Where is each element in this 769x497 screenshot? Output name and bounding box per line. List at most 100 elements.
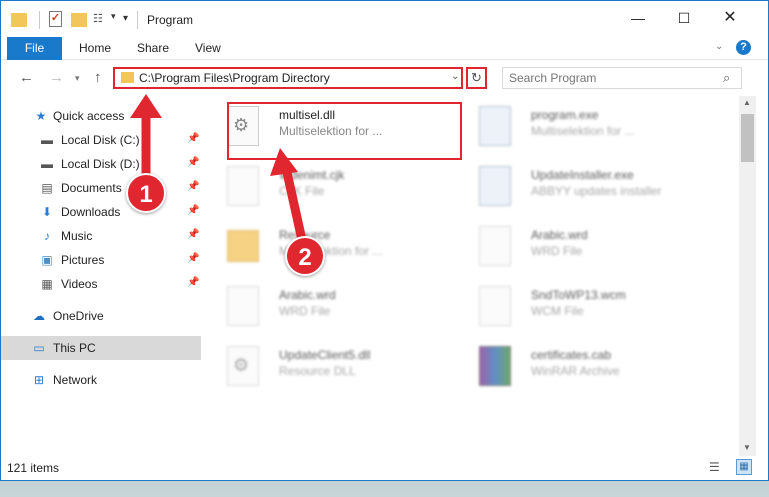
file-name: Arabic.wrd [531,228,588,242]
sidebar-item-label: Quick access [53,109,125,123]
sidebar-item-onedrive[interactable]: ☁ OneDrive [1,304,201,328]
maximize-button[interactable]: ☐ [661,1,707,35]
file-item[interactable]: Arabic.wrd WRD File [465,216,705,276]
file-type: ABBYY updates installer [531,184,662,198]
this-pc-icon: ▭ [33,341,45,355]
new-folder-icon[interactable] [71,13,87,27]
file-name: SndToWP13.wcm [531,288,626,302]
sidebar-item-documents[interactable]: ▤ Documents 📌 [1,176,201,200]
view-options-icon[interactable]: ☷ [93,12,109,26]
sidebar-item-label: Videos [61,277,98,291]
sidebar-item-this-pc[interactable]: ▭ This PC [1,336,201,360]
sidebar-item-network[interactable]: ⊞ Network [1,368,201,392]
file-name: UpdateClient5.dll [279,348,371,362]
file-item[interactable]: UpdateClient5.dll Resource DLL [213,336,453,396]
sidebar-item-pictures[interactable]: ▣ Pictures 📌 [1,248,201,272]
scroll-thumb[interactable] [741,114,754,162]
pin-icon[interactable]: 📌 [187,253,199,264]
tab-home[interactable]: Home [79,37,111,60]
scroll-down-icon[interactable]: ▼ [743,443,751,452]
file-type: Multiselektion for ... [531,124,635,138]
sidebar-item-label: Local Disk (C:) [61,133,140,147]
tiles-view-icon[interactable]: ▦ [736,459,752,475]
up-arrow-icon[interactable]: ↑ [94,69,102,86]
search-icon[interactable]: ⌕ [723,70,730,86]
sidebar-item-label: Music [61,229,93,243]
file-item[interactable]: Arabic.wrd WRD File [213,276,453,336]
tab-share[interactable]: Share [137,37,169,60]
file-type: CJK File [279,184,325,198]
pin-icon[interactable]: 📌 [187,181,199,192]
sidebar-item-label: Local Disk (D:) [61,157,140,171]
folder-item[interactable]: Resource Multiselektion for ... [213,216,453,276]
scroll-up-icon[interactable]: ▲ [743,98,751,107]
tab-view[interactable]: View [195,37,221,60]
file-type: WCM File [531,304,584,318]
sidebar-item-local-disk-d[interactable]: ▬ Local Disk (D:) 📌 [1,152,201,176]
details-view-icon[interactable]: ☰ [709,460,725,474]
file-item[interactable]: Wdenimt.cjk CJK File [213,156,453,216]
step-1-badge: 1 [126,173,166,213]
expand-ribbon-icon[interactable]: ⌄ [715,41,723,52]
file-item[interactable]: UpdateInstaller.exe ABBYY updates instal… [465,156,705,216]
sidebar-item-music[interactable]: ♪ Music 📌 [1,224,201,248]
ribbon: File Home Share View ⌄ ? [1,35,768,60]
file-name: UpdateInstaller.exe [531,168,634,182]
customize-toolbar-icon[interactable]: ▾ [123,13,128,31]
file-name: Arabic.wrd [279,288,336,302]
exe-icon [479,166,511,206]
file-item[interactable]: SndToWP13.wcm WCM File [465,276,705,336]
sidebar-item-label: Documents [61,181,122,195]
chevron-down-icon[interactable]: ▾ [111,11,116,29]
properties-check-icon[interactable]: ✓ [49,11,62,27]
pin-icon[interactable]: 📌 [187,157,199,168]
file-item[interactable]: program.exe Multiselektion for ... [465,96,705,156]
search-box[interactable]: ⌕ [502,67,742,89]
sidebar-item-local-disk-c[interactable]: ▬ Local Disk (C:) 📌 [1,128,201,152]
rar-icon [479,346,511,386]
file-name: program.exe [531,108,599,122]
file-item[interactable]: certificates.cab WinRAR Archive [465,336,705,396]
file-icon [479,226,511,266]
pin-icon[interactable]: 📌 [187,229,199,240]
file-highlight-box [227,102,462,160]
pin-icon[interactable]: 📌 [187,205,199,216]
sidebar-item-label: This PC [53,341,96,355]
file-name: Wdenimt.cjk [279,168,345,182]
vertical-scrollbar[interactable]: ▲ ▼ [739,96,756,456]
pin-icon[interactable]: 📌 [187,133,199,144]
address-text[interactable]: C:\Program Files\Program Directory [139,71,330,85]
step-2-badge: 2 [285,236,325,276]
sidebar-item-label: Pictures [61,253,105,267]
divider [39,11,40,29]
videos-icon: ▦ [41,277,53,291]
chevron-down-icon[interactable]: ⌄ [451,71,459,82]
exe-icon [479,106,511,146]
file-name: certificates.cab [531,348,612,362]
minimize-button[interactable]: — [615,1,661,35]
folder-icon [11,13,27,27]
file-type: Resource DLL [279,364,356,378]
refresh-button[interactable]: ↻ [466,67,487,89]
close-button[interactable]: ✕ [707,1,753,35]
folder-icon [121,72,134,83]
onedrive-icon: ☁ [33,309,45,323]
sidebar-item-videos[interactable]: ▦ Videos 📌 [1,272,201,296]
sidebar-item-downloads[interactable]: ⬇ Downloads 📌 [1,200,201,224]
address-bar[interactable]: C:\Program Files\Program Directory ⌄ [113,67,463,89]
back-arrow-icon[interactable]: ← [19,69,34,86]
item-count: 121 items [7,461,60,475]
pin-icon[interactable]: 📌 [187,277,199,288]
tab-file[interactable]: File [7,37,62,60]
file-type: WRD File [279,304,331,318]
recent-locations-icon[interactable]: ▾ [75,73,80,84]
file-type: WinRAR Archive [531,364,620,378]
help-icon[interactable]: ? [736,40,751,55]
drive-icon: ▬ [41,157,53,171]
folder-icon [227,230,259,262]
sidebar-item-quick-access[interactable]: ★ Quick access [1,104,201,128]
downloads-icon: ⬇ [41,205,53,219]
file-icon [227,166,259,206]
search-input[interactable] [509,71,709,85]
forward-arrow-icon[interactable]: → [49,69,64,86]
